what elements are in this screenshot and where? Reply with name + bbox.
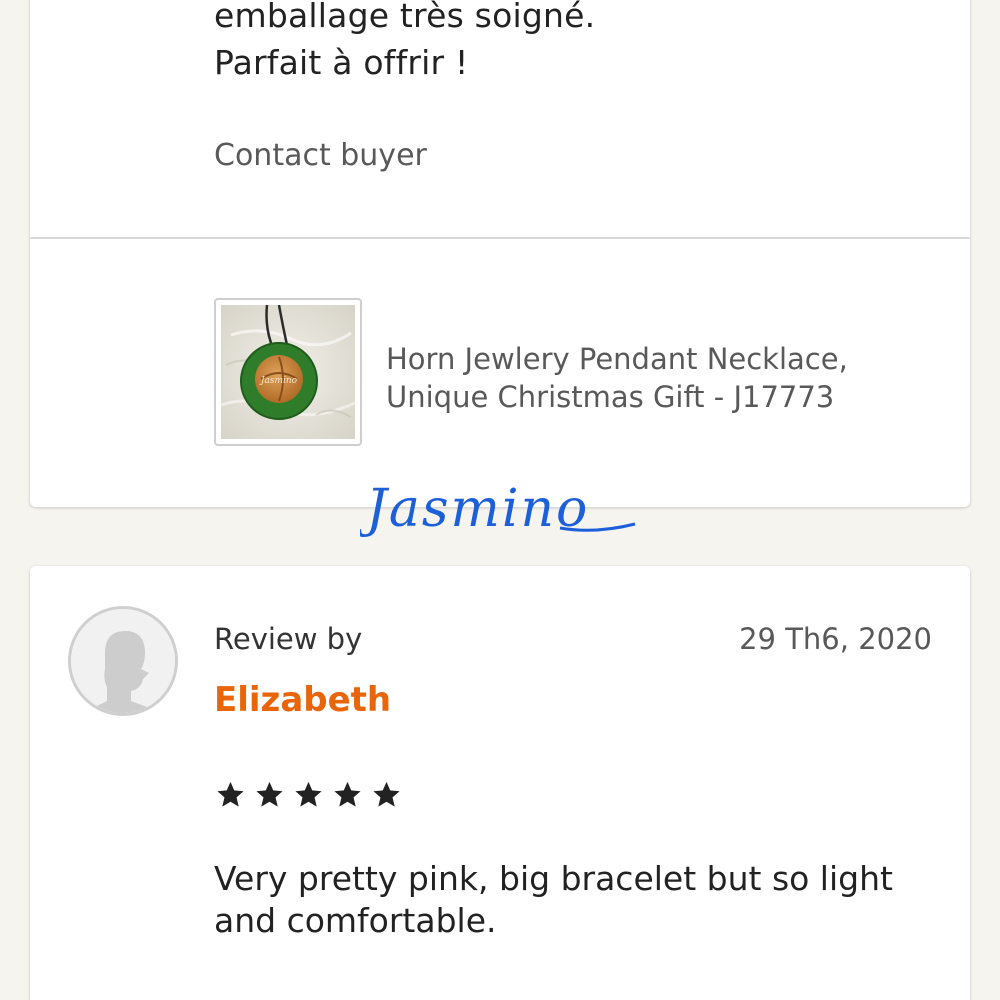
item-thumbnail[interactable]: Jasmino: [214, 298, 362, 446]
reviewer-name-link[interactable]: Elizabeth: [214, 680, 391, 720]
review-text-line-1: emballage très soigné.: [214, 0, 596, 35]
review-by-label: Review by: [214, 622, 363, 656]
review-text: emballage très soigné. Parfait à offrir …: [214, 0, 595, 86]
pendant-necklace-image: Jasmino: [221, 305, 355, 439]
card-divider: [30, 237, 970, 239]
contact-buyer-link[interactable]: Contact buyer: [214, 138, 427, 173]
reviews-page: emballage très soigné. Parfait à offrir …: [0, 0, 1000, 1000]
star-icon: [217, 781, 244, 807]
review-card-previous: emballage très soigné. Parfait à offrir …: [30, 0, 970, 507]
star-icon: [295, 781, 322, 807]
svg-text:Jasmino: Jasmino: [259, 376, 298, 386]
star-icon: [334, 781, 361, 807]
item-title-link[interactable]: Horn Jewlery Pendant Necklace, Unique Ch…: [386, 340, 946, 416]
default-user-avatar-icon[interactable]: [68, 606, 178, 716]
jasmino-watermark: Jasmino: [360, 479, 636, 539]
person-silhouette-icon: [71, 609, 175, 713]
review-text-line-2: Parfait à offrir !: [214, 43, 469, 82]
star-icon: [373, 781, 400, 807]
star-icon: [256, 781, 283, 807]
review-card: Review by 29 Th6, 2020 Elizabeth Very pr…: [30, 566, 970, 1000]
star-rating: [216, 780, 401, 809]
svg-text:Jasmino: Jasmino: [360, 479, 589, 539]
review-text: Very pretty pink, big bracelet but so li…: [214, 859, 893, 940]
review-date: 29 Th6, 2020: [739, 622, 932, 656]
